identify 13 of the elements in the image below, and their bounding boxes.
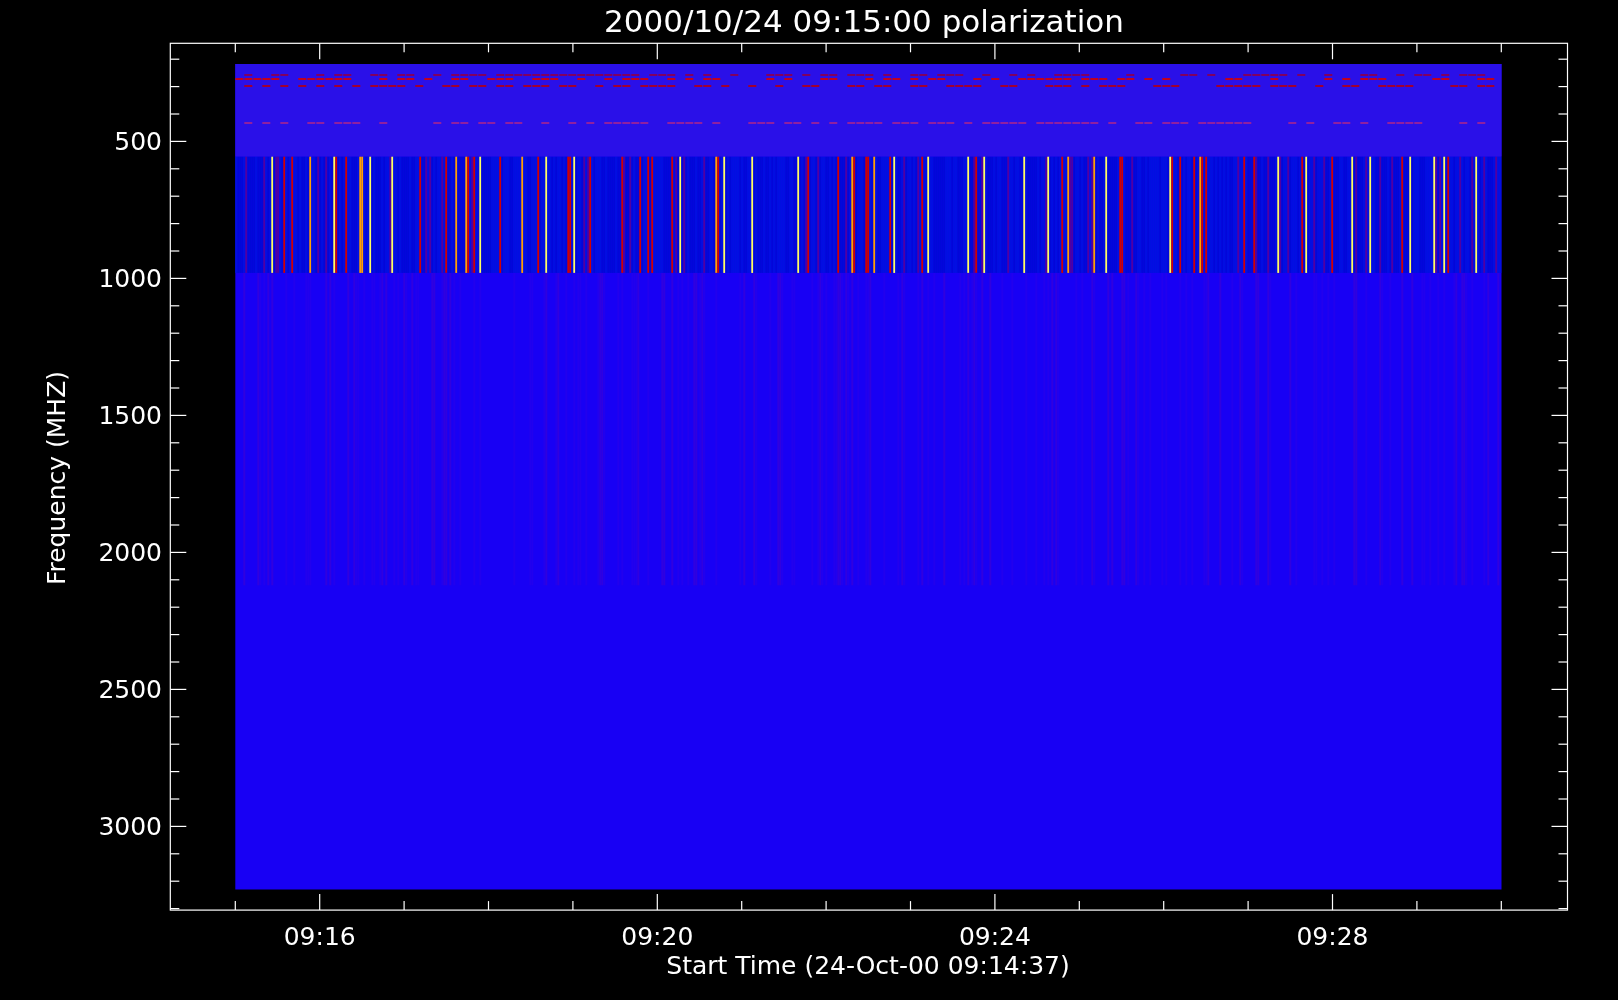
y-tick-label: 1500 — [98, 401, 162, 431]
y-tick-label: 2000 — [98, 538, 162, 568]
x-tick-label: 09:24 — [958, 922, 1031, 951]
y-axis-label: Frequency (MHZ) — [42, 370, 71, 586]
y-tick-label: 1000 — [98, 264, 162, 294]
y-tick-label: 500 — [114, 127, 162, 157]
y-tick-label: 3000 — [98, 812, 162, 842]
x-tick-label: 09:16 — [283, 922, 356, 951]
x-tick-label: 09:28 — [1296, 922, 1369, 951]
chart-title: 2000/10/24 09:15:00 polarization — [604, 3, 1124, 39]
y-tick-label: 2500 — [98, 675, 162, 705]
x-tick-label: 09:20 — [621, 922, 694, 951]
x-axis-label: Start Time (24-Oct-00 09:14:37) — [666, 951, 1070, 980]
